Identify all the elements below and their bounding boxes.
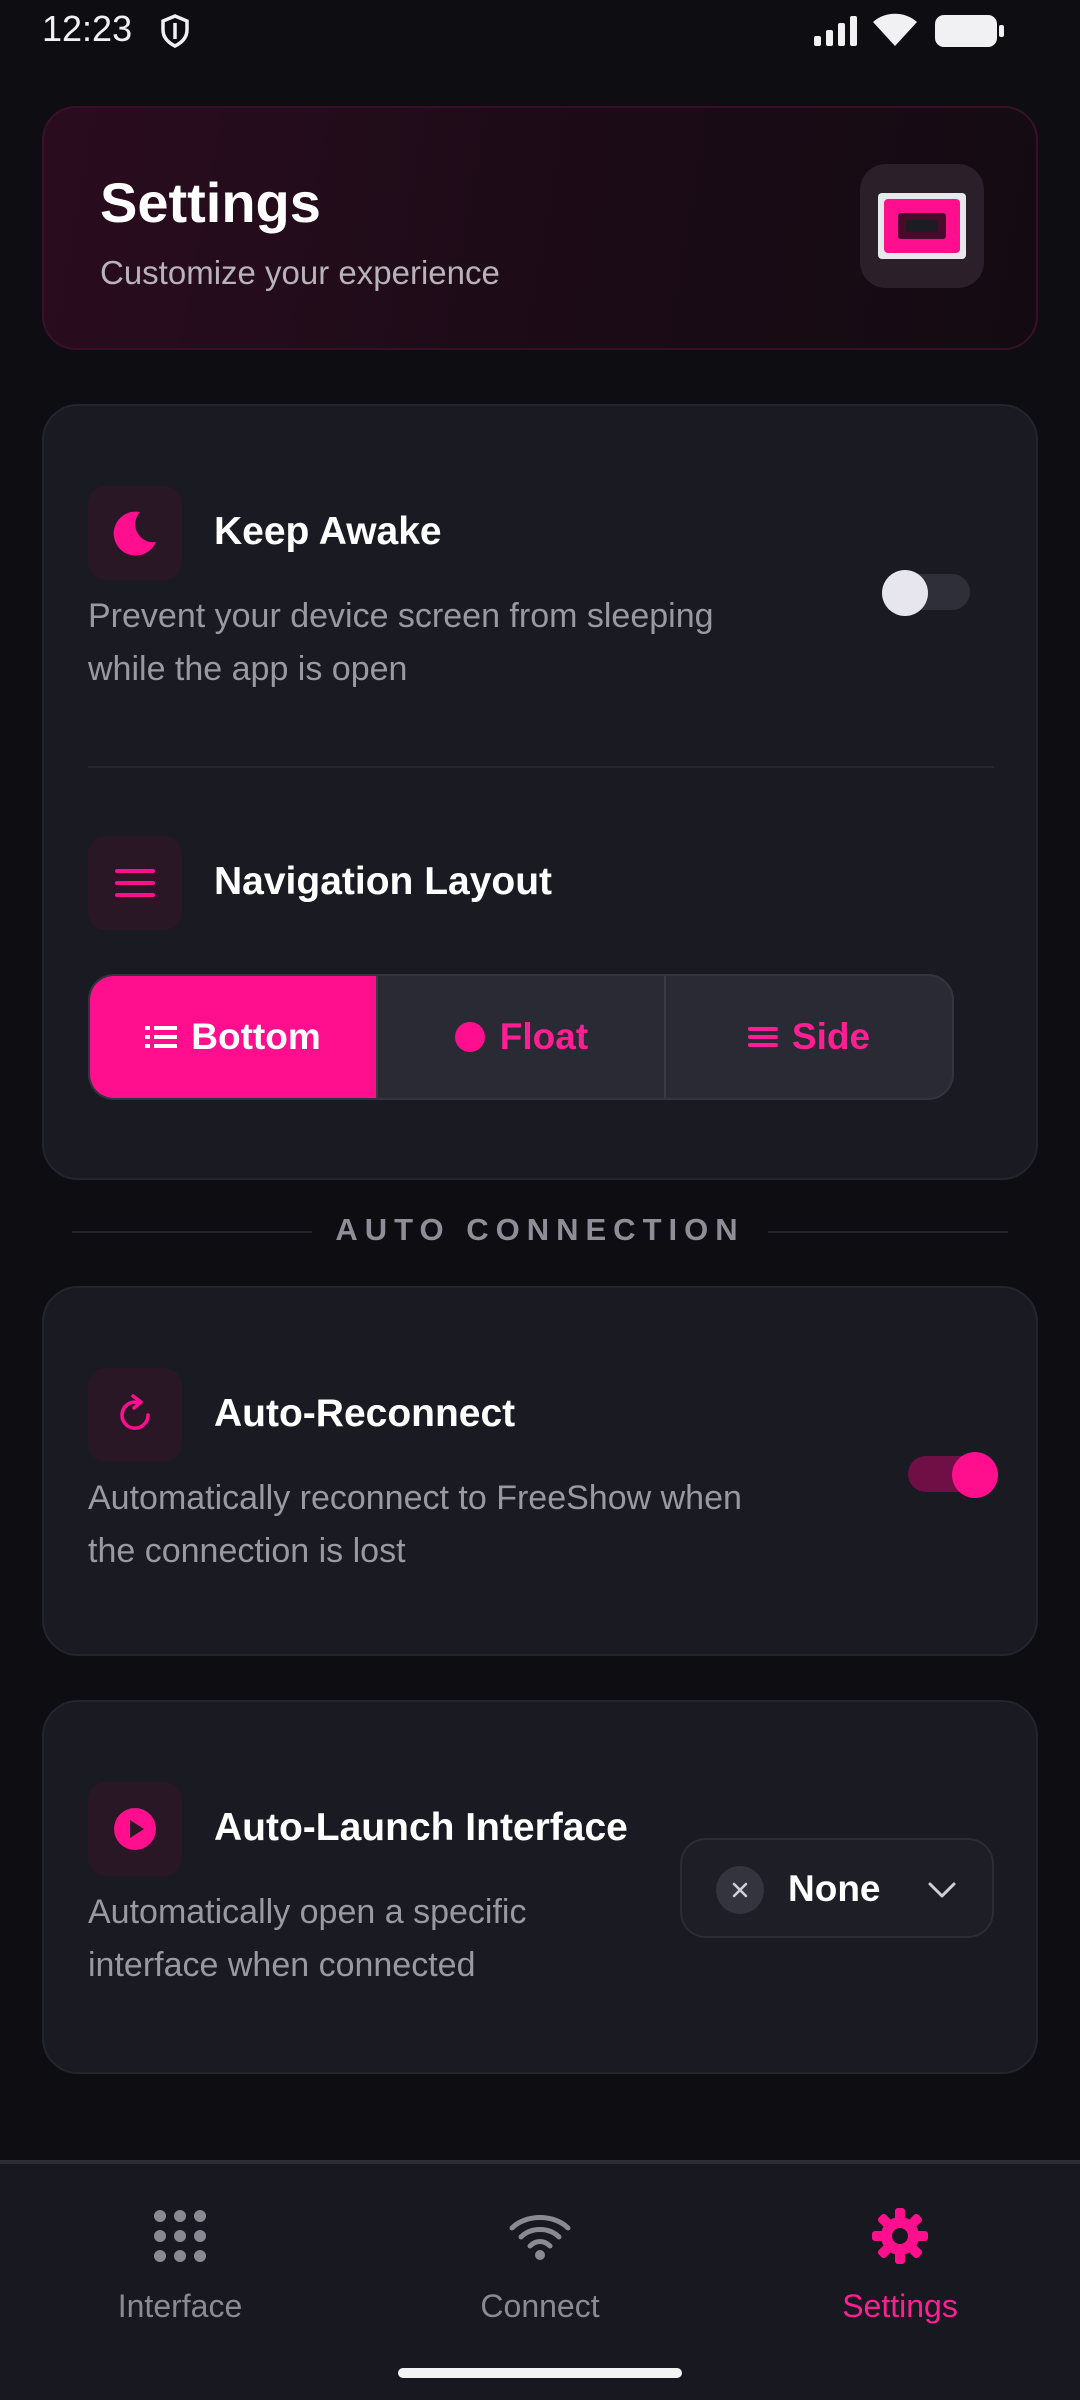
toggle-knob <box>882 570 928 616</box>
navigation-layout-selector: Bottom Float Side <box>88 974 954 1100</box>
section-divider-right <box>768 1231 1008 1233</box>
menu-icon <box>88 836 182 930</box>
layout-option-side[interactable]: Side <box>664 976 952 1098</box>
gear-icon <box>720 2204 1080 2268</box>
app-logo-icon <box>860 164 984 288</box>
battery-icon <box>934 14 1006 53</box>
auto-launch-title: Auto-Launch Interface <box>214 1806 628 1849</box>
page-title: Settings <box>100 171 321 234</box>
nav-label: Connect <box>480 2288 600 2324</box>
lines-icon <box>747 1025 778 1049</box>
layout-option-label: Bottom <box>191 1016 321 1057</box>
keep-awake-toggle[interactable] <box>882 570 970 616</box>
clear-icon[interactable] <box>716 1866 764 1914</box>
divider <box>88 766 994 768</box>
nav-item-settings[interactable]: Settings <box>720 2204 1080 2325</box>
navigation-layout-title: Navigation Layout <box>214 860 553 903</box>
settings-header: Settings Customize your experience <box>42 106 1038 350</box>
auto-launch-description: Automatically open a specific interface … <box>88 1893 527 1984</box>
grid-icon <box>0 2204 360 2268</box>
section-title: AUTO CONNECTION <box>335 1212 745 1247</box>
auto-reconnect-card: Auto-Reconnect Automatically reconnect t… <box>42 1286 1038 1656</box>
moon-icon <box>88 486 182 580</box>
cellular-signal-icon <box>812 14 860 53</box>
wifi-status-icon <box>872 12 918 53</box>
auto-connection-section-header: AUTO CONNECTION <box>72 1212 1008 1252</box>
layout-option-label: Float <box>499 1016 589 1057</box>
auto-reconnect-title: Auto-Reconnect <box>214 1392 516 1435</box>
display-settings-card: Keep Awake Prevent your device screen fr… <box>42 404 1038 1180</box>
keep-awake-title: Keep Awake <box>214 510 442 553</box>
shield-icon <box>160 14 190 53</box>
selected-interface-value: None <box>788 1868 881 1909</box>
home-indicator[interactable] <box>398 2368 682 2378</box>
layout-option-bottom[interactable]: Bottom <box>90 976 376 1098</box>
chevron-down-icon <box>926 1874 958 1911</box>
layout-option-float[interactable]: Float <box>376 976 664 1098</box>
nav-item-connect[interactable]: Connect <box>360 2204 720 2325</box>
nav-label: Settings <box>842 2288 958 2324</box>
nav-item-interface[interactable]: Interface <box>0 2204 360 2325</box>
wifi-icon <box>360 2204 720 2268</box>
dot-icon <box>454 1021 486 1053</box>
nav-label: Interface <box>117 2288 243 2324</box>
status-bar: 12:23 <box>0 0 1080 62</box>
play-icon <box>88 1782 182 1876</box>
settings-screen: 12:23 Settings Customize your experience <box>0 0 1080 2400</box>
keep-awake-description: Prevent your device screen from sleeping… <box>88 597 714 688</box>
auto-reconnect-toggle[interactable] <box>908 1452 998 1498</box>
page-subtitle: Customize your experience <box>100 254 500 291</box>
bottom-navigation: Interface Connect Settings <box>0 2160 1080 2400</box>
toggle-knob <box>952 1452 998 1498</box>
list-icon <box>145 1024 178 1050</box>
layout-option-label: Side <box>791 1016 871 1057</box>
status-time: 12:23 <box>42 8 133 49</box>
auto-launch-card: Auto-Launch Interface Automatically open… <box>42 1700 1038 2074</box>
auto-reconnect-description: Automatically reconnect to FreeShow when… <box>88 1479 742 1570</box>
auto-launch-interface-select[interactable]: None <box>680 1838 994 1938</box>
refresh-icon <box>88 1368 182 1462</box>
